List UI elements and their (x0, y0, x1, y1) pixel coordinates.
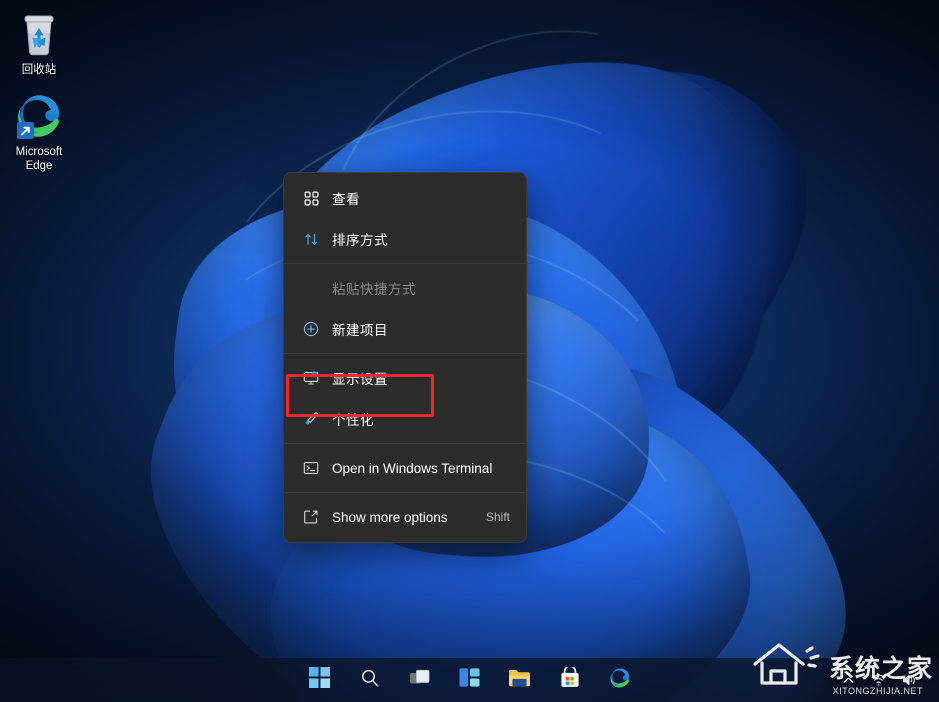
task-view-button[interactable] (401, 662, 439, 698)
sort-icon (298, 232, 324, 247)
context-menu-item-display-settings[interactable]: 显示设置 (288, 358, 522, 398)
tray-overflow-chevron-up-icon[interactable] (838, 670, 859, 691)
recycle-bin-icon (0, 10, 78, 58)
context-menu-separator (284, 263, 526, 264)
widgets-button[interactable] (451, 662, 489, 698)
context-menu-item-label: Open in Windows Terminal (332, 460, 493, 476)
grid-icon (298, 191, 324, 206)
taskbar-center-group (301, 662, 639, 698)
windows-logo-icon (309, 667, 330, 693)
system-tray[interactable] (838, 658, 933, 702)
context-menu-item-personalize[interactable]: 个性化 (288, 399, 522, 439)
desktop-icon-label: 回收站 (21, 64, 57, 76)
context-menu-item-new-item[interactable]: 新建项目 (288, 309, 522, 349)
microsoft-store-icon (560, 665, 580, 693)
expand-box-icon (298, 509, 324, 525)
context-menu-item-show-more-options[interactable]: Show more options Shift (288, 497, 522, 537)
taskbar[interactable] (0, 658, 939, 702)
context-menu-item-view[interactable]: 查看 (288, 178, 522, 218)
context-menu-item-label: 显示设置 (332, 372, 388, 387)
context-menu-item-accelerator: Shift (485, 510, 510, 524)
volume-icon[interactable] (898, 669, 921, 691)
context-menu-item-sort-by[interactable]: 排序方式 (288, 219, 522, 259)
search-button[interactable] (351, 662, 389, 698)
desktop-root[interactable]: 回收站 Microsoft Edge 查看 排序方式 粘贴快捷方式 新建项目 显… (0, 0, 939, 702)
desktop-icon-label: Microsoft Edge (15, 146, 63, 172)
context-menu-separator (284, 492, 526, 493)
widgets-icon (459, 667, 480, 693)
file-explorer-button[interactable] (501, 662, 539, 698)
context-menu-item-label: 个性化 (332, 413, 374, 428)
context-menu-item-label: Show more options (332, 509, 448, 525)
context-menu-item-label: 查看 (332, 192, 360, 207)
edge-taskbar-button[interactable] (601, 662, 639, 698)
context-menu-item-label: 新建项目 (332, 323, 388, 338)
task-view-icon (409, 668, 431, 693)
microsoft-edge-icon (609, 667, 631, 694)
context-menu-item-label: 排序方式 (332, 233, 388, 248)
desktop-icon-microsoft-edge[interactable]: Microsoft Edge (0, 92, 78, 173)
context-menu-item-paste-shortcut: 粘贴快捷方式 (288, 268, 522, 308)
context-menu-item-open-in-windows-terminal[interactable]: Open in Windows Terminal (288, 448, 522, 488)
file-explorer-icon (508, 668, 531, 693)
plus-circle-icon (298, 321, 324, 337)
terminal-icon (298, 460, 324, 476)
monitor-gear-icon (298, 370, 324, 386)
network-icon[interactable] (867, 669, 890, 691)
start-button[interactable] (301, 662, 339, 698)
search-icon (360, 668, 380, 693)
paintbrush-icon (298, 411, 324, 427)
context-menu-separator (284, 353, 526, 354)
desktop-icon-recycle-bin[interactable]: 回收站 (0, 10, 78, 77)
context-menu-separator (284, 443, 526, 444)
microsoft-edge-icon (0, 92, 78, 140)
context-menu-item-label: 粘贴快捷方式 (332, 282, 416, 297)
desktop-context-menu[interactable]: 查看 排序方式 粘贴快捷方式 新建项目 显示设置 个性化 Open in Win… (283, 172, 527, 543)
microsoft-store-button[interactable] (551, 662, 589, 698)
